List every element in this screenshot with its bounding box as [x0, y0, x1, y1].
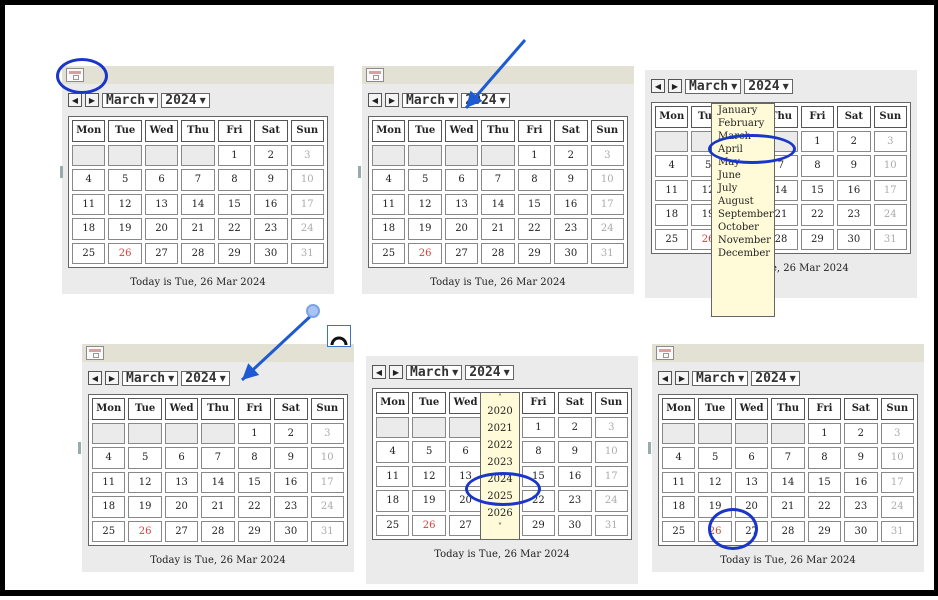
cursor-icon	[327, 325, 351, 347]
cursor-arc-icon	[330, 336, 348, 346]
arrow-anchor-dot	[306, 304, 320, 318]
pointer-arrow-year-select	[240, 310, 317, 382]
